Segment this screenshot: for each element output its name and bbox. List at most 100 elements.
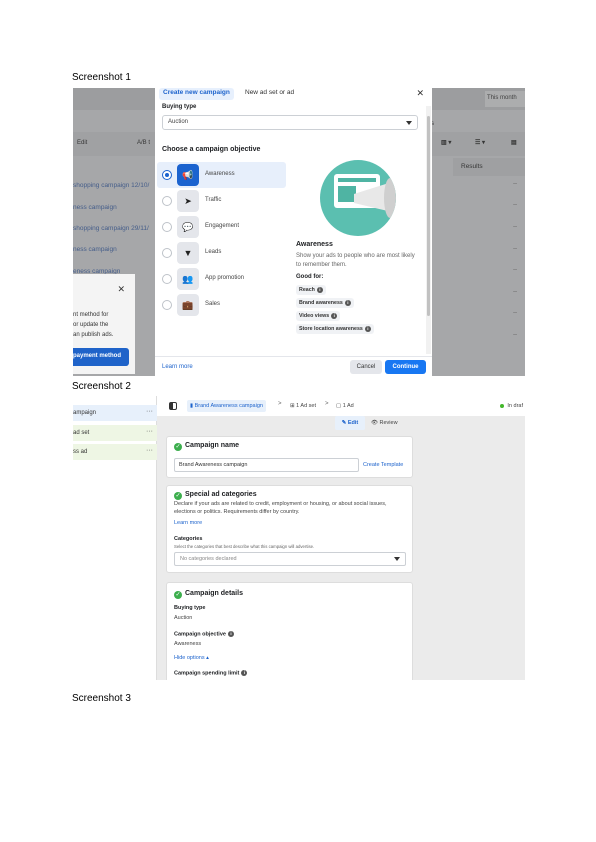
create-campaign-dialog: Create new campaign New ad set or ad ✕ B… — [155, 88, 432, 376]
objective-label: Leads — [205, 249, 222, 255]
info-icon[interactable]: i — [241, 670, 248, 676]
objective-label: Traffic — [205, 197, 222, 203]
buying-type-label: Buying type — [174, 605, 206, 611]
caption-screenshot-3: Screenshot 3 — [72, 693, 131, 704]
campaign-details-card: ✓ Campaign details Buying type Auction C… — [166, 582, 413, 680]
objective-option-traffic[interactable]: ➤ Traffic — [157, 188, 287, 214]
objective-detail-description: Show your ads to people who are most lik… — [296, 253, 415, 268]
objective-option-app-promotion[interactable]: 👥 App promotion — [157, 266, 287, 292]
learn-more-link[interactable]: Learn more — [174, 520, 202, 526]
review-button[interactable]: 👁 Review — [371, 416, 398, 430]
funnel-icon: ▼ — [177, 242, 199, 264]
info-icon[interactable]: i — [364, 326, 371, 332]
dialog-scrollbar[interactable] — [426, 106, 431, 354]
dialog-tabs: Create new campaign New ad set or ad ✕ — [155, 88, 432, 100]
briefcase-icon: 💼 — [177, 294, 199, 316]
nav-item-ad-set[interactable]: ad set ··· — [73, 425, 157, 441]
breadcrumb-ad[interactable]: ▢ 1 Ad — [333, 400, 357, 412]
caption-screenshot-2: Screenshot 2 — [72, 381, 131, 392]
good-for-chip: Store location awareness i — [296, 324, 374, 334]
campaign-objective-label: Campaign objective i — [174, 631, 234, 637]
cursor-icon: ➤ — [177, 190, 199, 212]
objective-list: 📢 Awareness ➤ Traffic 💬 Engagement ▼ Leads 👥 App … — [157, 162, 287, 318]
more-icon[interactable]: ··· — [146, 428, 153, 435]
dialog-footer: Learn more Cancel Continue — [155, 356, 432, 376]
objective-option-sales[interactable]: 💼 Sales — [157, 292, 287, 318]
breadcrumb-separator: > — [278, 401, 282, 407]
edit-button[interactable]: ✎ Edit — [335, 416, 365, 430]
tab-new-ad-set-or-ad[interactable]: New ad set or ad — [241, 88, 298, 100]
special-ad-description: Declare if your ads are related to credi… — [174, 501, 387, 515]
objective-heading: Choose a campaign objective — [162, 146, 261, 153]
objective-label: Engagement — [205, 223, 240, 229]
objective-radio[interactable] — [162, 248, 172, 258]
buying-type-label: Buying type — [162, 104, 197, 110]
objective-radio[interactable] — [162, 300, 172, 310]
categories-hint: Select the categories that best describe… — [174, 544, 315, 549]
add-payment-method-button[interactable]: payment method — [73, 348, 129, 366]
caption-screenshot-1: Screenshot 1 — [72, 72, 131, 83]
more-icon[interactable]: ··· — [146, 408, 153, 415]
campaign-tree-nav: ampaign ··· ad set ··· ss ad ··· — [73, 396, 157, 680]
breadcrumb-campaign[interactable]: ▮ Brand Awareness campaign — [187, 400, 266, 412]
objective-radio[interactable] — [162, 222, 172, 232]
hide-options-link[interactable]: Hide options ▴ — [174, 655, 209, 661]
payment-popup-text: nt method for or update the an publish a… — [73, 312, 114, 338]
good-for-chip: Reach i — [296, 285, 326, 295]
good-for-label: Good for: — [296, 274, 324, 280]
chevron-down-icon — [394, 557, 400, 561]
objective-radio[interactable] — [162, 274, 172, 284]
objective-option-engagement[interactable]: 💬 Engagement — [157, 214, 287, 240]
special-ad-categories-card: ✓ Special ad categories Declare if your … — [166, 485, 413, 573]
objective-option-awareness[interactable]: 📢 Awareness — [157, 162, 286, 188]
objective-radio[interactable] — [162, 196, 172, 206]
campaign-objective-value: Awareness — [174, 641, 202, 647]
learn-more-link[interactable]: Learn more — [162, 364, 193, 370]
info-icon[interactable]: i — [344, 300, 351, 306]
editor-topbar: ▮ Brand Awareness campaign > ⊞ 1 Ad set … — [157, 396, 525, 416]
objective-label: Awareness — [205, 171, 235, 177]
check-icon: ✓ — [174, 443, 182, 451]
breadcrumb-ad-set[interactable]: ⊞ 1 Ad set — [287, 400, 319, 412]
objective-option-leads[interactable]: ▼ Leads — [157, 240, 287, 266]
continue-button[interactable]: Continue — [385, 360, 426, 374]
sidebar-toggle-icon[interactable] — [169, 402, 177, 410]
objective-radio[interactable] — [162, 170, 172, 180]
categories-label: Categories — [174, 536, 203, 542]
buying-type-select[interactable]: Auction — [162, 115, 418, 130]
objective-detail-title: Awareness — [296, 241, 333, 248]
nav-item-ad[interactable]: ss ad ··· — [73, 444, 157, 460]
status-badge: In draf — [500, 403, 523, 409]
check-icon: ✓ — [174, 492, 182, 500]
categories-select[interactable]: No categories declared — [174, 552, 406, 566]
campaign-details-title: Campaign details — [185, 590, 243, 597]
check-icon: ✓ — [174, 591, 182, 599]
close-icon[interactable]: ✕ — [416, 88, 424, 99]
breadcrumb-separator: > — [325, 401, 329, 407]
payment-popup: ✕ nt method for or update the an publish… — [73, 274, 135, 374]
good-for-chip: Video views i — [296, 311, 341, 321]
screenshot-2: ampaign ··· ad set ··· ss ad ··· ▮ Brand… — [73, 396, 525, 680]
people-icon: 👥 — [177, 268, 199, 290]
screenshot-1: This month s Edit A/B t ▥ ▾ ☰ ▾ ▤ Result… — [73, 88, 525, 376]
info-icon[interactable]: i — [316, 287, 323, 293]
objective-label: Sales — [205, 301, 221, 307]
campaign-name-input[interactable]: Brand Awareness campaign — [174, 458, 359, 472]
cancel-button[interactable]: Cancel — [350, 360, 382, 374]
campaign-name-title: Campaign name — [185, 442, 240, 449]
close-icon[interactable]: ✕ — [117, 284, 125, 295]
nav-item-campaign[interactable]: ampaign ··· — [73, 405, 157, 421]
tab-create-new-campaign[interactable]: Create new campaign — [159, 88, 234, 100]
chevron-down-icon — [406, 121, 412, 125]
megaphone-icon: 📢 — [177, 164, 199, 186]
spending-limit-label: Campaign spending limit i — [174, 670, 248, 676]
buying-type-value: Auction — [174, 615, 193, 621]
create-template-link[interactable]: Create Template — [363, 462, 403, 468]
more-icon[interactable]: ··· — [146, 447, 153, 454]
campaign-name-card: ✓ Campaign name Brand Awareness campaign… — [166, 436, 413, 478]
info-icon[interactable]: i — [227, 631, 234, 637]
info-icon[interactable]: i — [331, 313, 338, 319]
chat-icon: 💬 — [177, 216, 199, 238]
special-ad-categories-title: Special ad categories — [185, 491, 257, 498]
objective-label: App promotion — [205, 275, 245, 281]
